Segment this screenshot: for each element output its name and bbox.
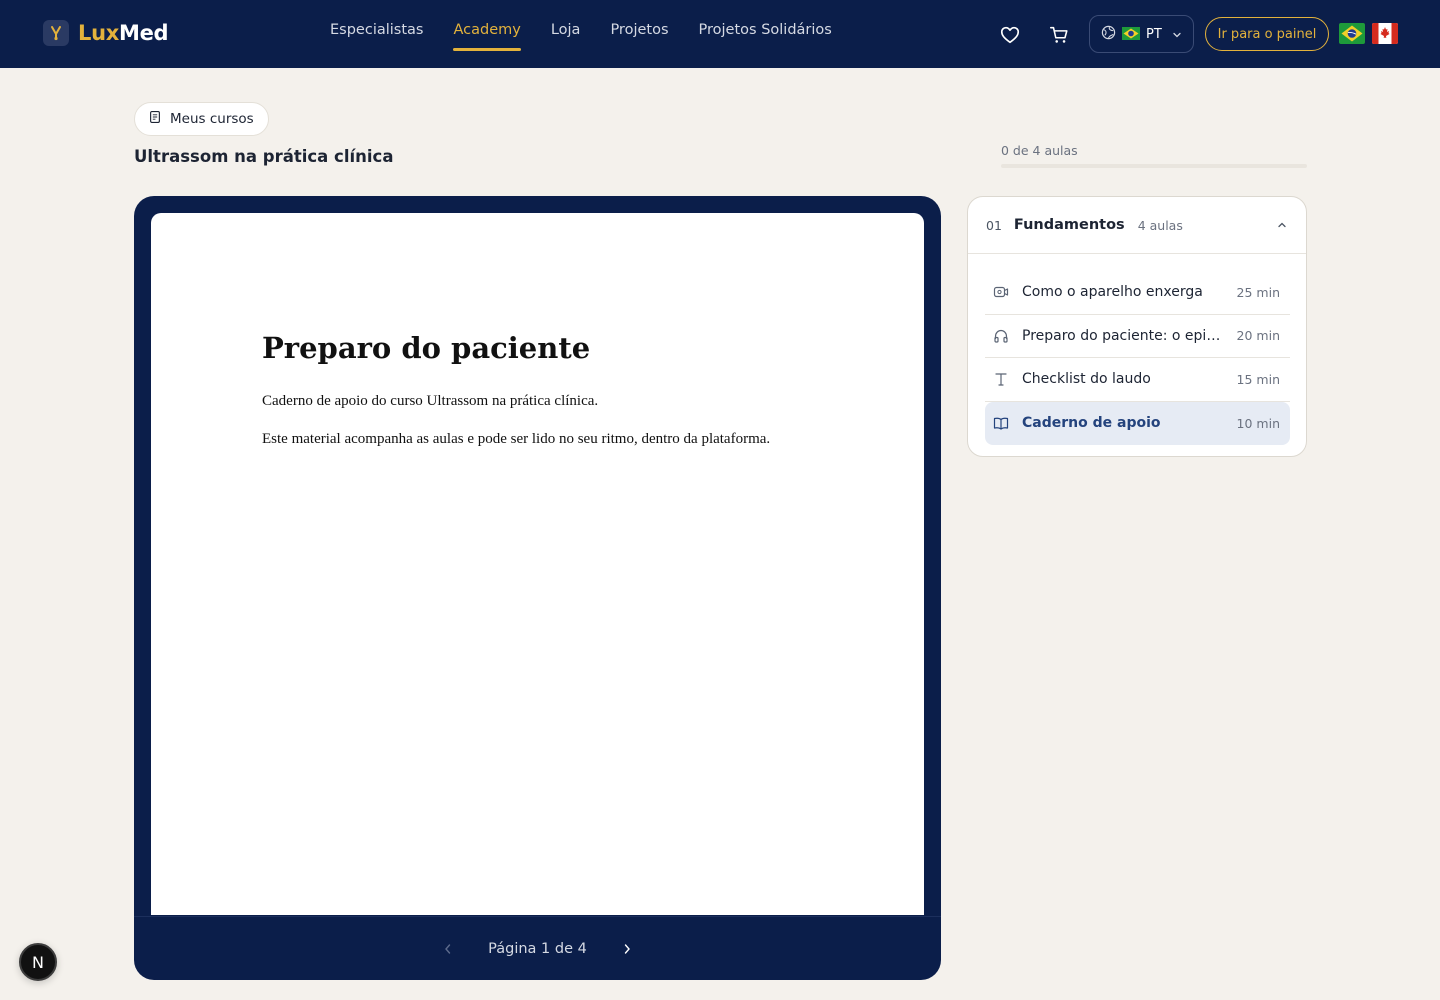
notebook-icon (148, 110, 162, 128)
lesson-list: Como o aparelho enxerga 25 min Preparo d… (985, 271, 1290, 445)
reader-pager: Página 1 de 4 (134, 916, 941, 980)
chevron-left-icon (445, 943, 451, 954)
lesson-duration: 20 min (1236, 328, 1280, 344)
logo-text-med: Med (118, 21, 169, 45)
module-name: Fundamentos (1013, 217, 1125, 233)
language-code: PT (1146, 26, 1162, 42)
document-reader: Preparo do paciente Caderno de apoio do … (134, 196, 941, 980)
nav-academy[interactable]: Academy (453, 22, 522, 51)
nav-especialistas[interactable]: Especialistas (330, 22, 423, 46)
document-paragraph: Este material acompanha as aulas e pode … (262, 431, 771, 447)
nav-loja[interactable]: Loja (551, 22, 581, 46)
lesson-duration: 10 min (1236, 415, 1280, 431)
lesson-item-active[interactable]: Caderno de apoio 10 min (985, 401, 1290, 445)
go-to-dashboard-button[interactable]: Ir para o painel (1205, 17, 1329, 51)
lesson-duration: 25 min (1236, 284, 1280, 300)
document-page[interactable]: Preparo do paciente Caderno de apoio do … (151, 213, 924, 915)
module-card: 01 Fundamentos 4 aulas Como o aparelho e… (967, 196, 1307, 457)
lesson-title: Caderno de apoio (1022, 415, 1161, 432)
lesson-title: Checklist do laudo (1022, 371, 1151, 388)
document-title: Preparo do paciente (262, 331, 591, 365)
chevron-down-icon (1172, 25, 1182, 44)
course-progress-label: 0 de 4 aulas (1001, 143, 1078, 158)
chevron-up-icon[interactable] (1276, 216, 1288, 235)
dev-tools-badge[interactable]: N (19, 943, 57, 981)
my-courses-button[interactable]: Meus cursos (134, 102, 269, 136)
nav-projetos-solidarios[interactable]: Projetos Solidários (699, 22, 832, 46)
previous-page-button[interactable] (438, 939, 458, 959)
canada-flag-icon[interactable] (1372, 23, 1398, 44)
module-header[interactable]: 01 Fundamentos 4 aulas (968, 197, 1306, 254)
top-navigation-bar: LuxMed Especialistas Academy Loja Projet… (0, 0, 1440, 68)
brazil-flag-icon (1122, 25, 1140, 44)
next-page-button[interactable] (617, 939, 637, 959)
page-indicator: Página 1 de 4 (488, 940, 587, 957)
logo-icon (43, 20, 69, 46)
my-courses-label: Meus cursos (170, 111, 254, 127)
language-selector[interactable]: PT (1089, 15, 1194, 53)
document-paragraph: Caderno de apoio do curso Ultrassom na p… (262, 393, 599, 409)
nav-projetos[interactable]: Projetos (610, 22, 668, 46)
headphones-icon (993, 328, 1009, 344)
video-icon (993, 284, 1009, 300)
brazil-flag-icon[interactable] (1339, 23, 1365, 44)
cart-icon[interactable] (1048, 24, 1070, 46)
lesson-duration: 15 min (1236, 371, 1280, 387)
chevron-right-icon (624, 943, 630, 954)
lesson-item[interactable]: Checklist do laudo 15 min (985, 358, 1290, 402)
main-nav: Especialistas Academy Loja Projetos Proj… (330, 22, 832, 51)
lesson-title: Preparo do paciente: o epis... (1022, 327, 1222, 344)
heart-icon[interactable] (999, 24, 1021, 46)
text-icon (993, 371, 1009, 387)
lesson-title: Como o aparelho enxerga (1022, 284, 1203, 301)
logo-text-lux: Lux (78, 21, 119, 45)
module-number: 01 (986, 217, 1002, 233)
course-title: Ultrassom na prática clínica (134, 147, 394, 166)
lesson-item[interactable]: Como o aparelho enxerga 25 min (985, 271, 1290, 315)
course-progress-bar (1001, 164, 1307, 168)
module-lesson-count: 4 aulas (1137, 217, 1183, 233)
logo-text: LuxMed (78, 21, 169, 45)
book-icon (993, 415, 1009, 431)
logo[interactable]: LuxMed (43, 20, 169, 46)
lesson-item[interactable]: Preparo do paciente: o epis... 20 min (985, 315, 1290, 358)
globe-icon (1101, 25, 1116, 44)
